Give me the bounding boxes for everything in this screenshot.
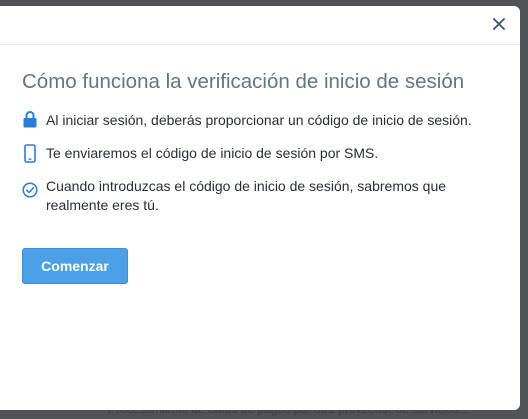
item-text: Te enviaremos el código de inicio de ses…: [46, 145, 379, 161]
phone-icon: [22, 144, 38, 164]
dialog-body: Cómo funciona la verificación de inicio …: [0, 45, 520, 284]
close-icon: [493, 18, 505, 30]
item-text: Al iniciar sesión, deberás proporcionar …: [46, 112, 472, 128]
dialog-header: [0, 6, 520, 45]
list-item: Te enviaremos el código de inicio de ses…: [22, 144, 498, 164]
close-button[interactable]: [490, 15, 508, 33]
login-verification-dialog: Cómo funciona la verificación de inicio …: [0, 6, 520, 410]
check-circle-icon: [22, 177, 38, 198]
dialog-title: Cómo funciona la verificación de inicio …: [22, 70, 465, 93]
list-item: Al iniciar sesión, deberás proporcionar …: [22, 111, 498, 131]
lock-icon: [22, 111, 38, 131]
start-button[interactable]: Comenzar: [22, 248, 128, 284]
item-text: Cuando introduzcas el código de inicio d…: [46, 178, 447, 213]
list-item: Cuando introduzcas el código de inicio d…: [22, 177, 498, 215]
